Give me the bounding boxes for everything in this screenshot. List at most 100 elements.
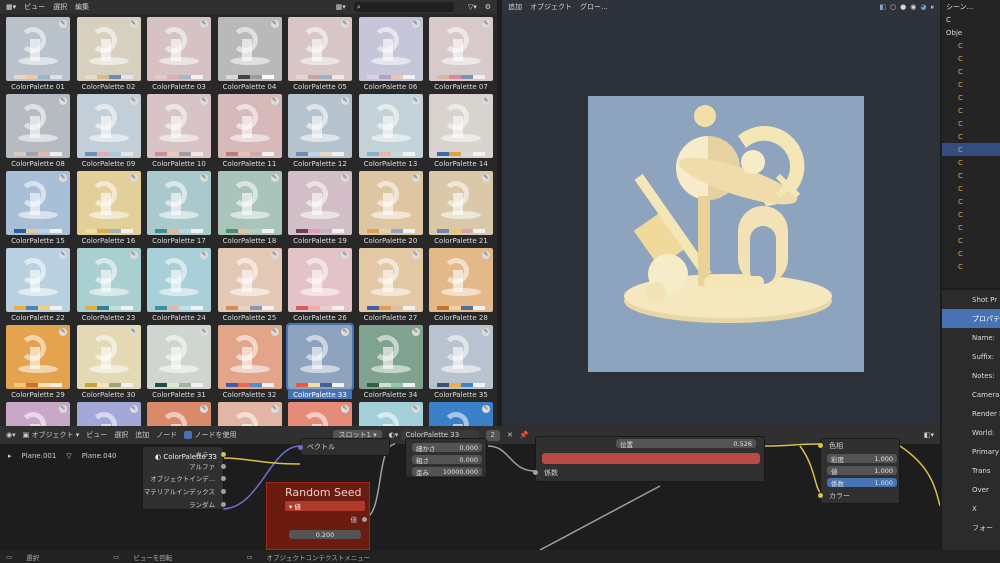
asset-tile[interactable]: ✎ bbox=[217, 402, 282, 426]
edit-icon[interactable]: ✎ bbox=[341, 20, 349, 28]
menu-select[interactable]: 選択 bbox=[53, 2, 67, 12]
asset-tile[interactable]: ✎ ColorPalette 12 bbox=[288, 94, 352, 172]
asset-tile[interactable]: ✎ ColorPalette 18 bbox=[217, 171, 282, 249]
edit-icon[interactable]: ✎ bbox=[59, 251, 67, 259]
edit-icon[interactable]: ✎ bbox=[411, 20, 420, 28]
value-field[interactable]: 値 1.000 bbox=[827, 466, 897, 476]
outliner-item[interactable]: C bbox=[942, 143, 1000, 156]
factor-field[interactable]: 係数 1.000 bbox=[827, 478, 897, 488]
asset-thumbnail[interactable]: ✎ bbox=[217, 171, 282, 235]
wireframe-icon[interactable]: ○ bbox=[890, 3, 896, 12]
editor-type-icon[interactable]: ▦▾ bbox=[6, 3, 16, 11]
asset-thumbnail[interactable]: ✎ bbox=[147, 171, 211, 235]
edit-icon[interactable]: ✎ bbox=[341, 174, 349, 182]
edit-icon[interactable]: ✎ bbox=[341, 97, 349, 105]
property-row[interactable]: Suffix: bbox=[942, 347, 1000, 366]
outliner-item[interactable]: C bbox=[942, 104, 1000, 117]
edit-icon[interactable]: ✎ bbox=[482, 251, 490, 259]
socket[interactable] bbox=[221, 452, 226, 457]
menu-edit[interactable]: 編集 bbox=[75, 2, 89, 12]
asset-thumbnail[interactable]: ✎ bbox=[6, 17, 70, 81]
asset-thumbnail[interactable]: ✎ bbox=[358, 325, 423, 389]
asset-thumbnail[interactable]: ✎ bbox=[429, 248, 493, 312]
asset-thumbnail[interactable]: ✎ bbox=[6, 248, 70, 312]
asset-thumbnail[interactable]: ✎ bbox=[217, 17, 282, 81]
transform-orientation[interactable]: グロー... bbox=[580, 2, 608, 12]
asset-thumbnail[interactable]: ✎ bbox=[147, 325, 211, 389]
edit-icon[interactable]: ✎ bbox=[129, 20, 138, 28]
asset-tile[interactable]: ✎ ColorPalette 25 bbox=[217, 248, 282, 326]
edit-icon[interactable]: ✎ bbox=[270, 328, 279, 336]
socket[interactable] bbox=[533, 470, 538, 475]
edit-icon[interactable]: ✎ bbox=[129, 174, 138, 182]
asset-thumbnail[interactable]: ✎ bbox=[288, 94, 352, 158]
mapping-node[interactable]: ベクトル bbox=[298, 438, 390, 456]
outliner-item[interactable]: C bbox=[942, 182, 1000, 195]
node-editor[interactable]: ◉▾ ▣ オブジェクト ▾ ビュー 選択 追加 ノード ノードを使用 スロット1… bbox=[0, 426, 940, 550]
rendered-icon[interactable]: ◕ bbox=[920, 3, 926, 12]
asset-tile[interactable]: ✎ ColorPalette 10 bbox=[147, 94, 211, 172]
outliner-item[interactable]: C bbox=[942, 247, 1000, 260]
asset-thumbnail[interactable]: ✎ bbox=[358, 402, 423, 426]
edit-icon[interactable]: ✎ bbox=[59, 97, 67, 105]
asset-tile[interactable]: ✎ ColorPalette 23 bbox=[76, 248, 141, 326]
outliner-item[interactable]: C bbox=[942, 78, 1000, 91]
asset-thumbnail[interactable]: ✎ bbox=[147, 94, 211, 158]
edit-icon[interactable]: ✎ bbox=[59, 20, 67, 28]
asset-thumbnail[interactable]: ✎ bbox=[76, 248, 141, 312]
property-row[interactable]: フォー bbox=[942, 518, 1000, 537]
socket[interactable] bbox=[221, 476, 226, 481]
edit-icon[interactable]: ✎ bbox=[59, 174, 67, 182]
attribute-node[interactable]: ◐ ColorPalette 33 カラー アルファ オブジェクトインデ... … bbox=[142, 446, 226, 510]
outliner-item[interactable]: C bbox=[942, 169, 1000, 182]
asset-thumbnail[interactable]: ✎ bbox=[6, 402, 70, 426]
property-row[interactable]: Shot Pr bbox=[942, 290, 1000, 309]
asset-tile[interactable]: ✎ ColorPalette 16 bbox=[76, 171, 141, 249]
edit-icon[interactable]: ✎ bbox=[129, 251, 138, 259]
property-row[interactable]: World: bbox=[942, 423, 1000, 442]
asset-tile[interactable]: ✎ ColorPalette 34 bbox=[358, 325, 423, 403]
asset-tile[interactable]: ✎ ColorPalette 01 bbox=[6, 17, 70, 95]
asset-thumbnail[interactable]: ✎ bbox=[358, 94, 423, 158]
outliner-title[interactable]: シーン... bbox=[942, 0, 1000, 13]
asset-thumbnail[interactable]: ✎ bbox=[358, 248, 423, 312]
property-row[interactable]: Over bbox=[942, 480, 1000, 499]
socket[interactable] bbox=[362, 517, 367, 522]
outliner-item[interactable]: C bbox=[942, 195, 1000, 208]
property-row[interactable]: Primary bbox=[942, 442, 1000, 461]
distortion-field[interactable]: 歪み 10000.000 bbox=[412, 467, 482, 477]
outliner-item[interactable]: C bbox=[942, 91, 1000, 104]
asset-tile[interactable]: ✎ ColorPalette 24 bbox=[147, 248, 211, 326]
hsv-node[interactable]: 色相 彩度 1.000 値 1.000 係数 1.000 カラー bbox=[818, 438, 900, 504]
asset-thumbnail[interactable]: ✎ bbox=[147, 248, 211, 312]
asset-tile[interactable]: ✎ ColorPalette 35 bbox=[429, 325, 493, 403]
3d-viewport[interactable]: 追加 オブジェクト グロー... ◧ ○ ● ◉ ◕ ⏸ bbox=[502, 0, 940, 426]
edit-icon[interactable]: ✎ bbox=[270, 97, 279, 105]
noise-node[interactable]: 細かさ 0.000 粗さ 0.000 歪み 10000.000 bbox=[405, 438, 487, 478]
asset-thumbnail[interactable]: ✎ bbox=[288, 402, 352, 426]
gear-icon[interactable]: ⚙ bbox=[485, 3, 491, 11]
menu-view[interactable]: ビュー bbox=[24, 2, 45, 12]
asset-tile[interactable]: ✎ ColorPalette 06 bbox=[358, 17, 423, 95]
edit-icon[interactable]: ✎ bbox=[200, 251, 208, 259]
asset-thumbnail[interactable]: ✎ bbox=[76, 171, 141, 235]
asset-tile[interactable]: ✎ bbox=[76, 402, 141, 426]
outliner-item[interactable]: C bbox=[942, 260, 1000, 273]
property-row[interactable]: Notes: bbox=[942, 366, 1000, 385]
edit-icon[interactable]: ✎ bbox=[482, 328, 490, 336]
asset-tile[interactable]: ✎ ColorPalette 32 bbox=[217, 325, 282, 403]
outliner-item[interactable]: C bbox=[942, 65, 1000, 78]
edit-icon[interactable]: ✎ bbox=[482, 405, 490, 413]
asset-tile[interactable]: ✎ ColorPalette 02 bbox=[76, 17, 141, 95]
outliner-item[interactable]: C bbox=[942, 208, 1000, 221]
asset-thumbnail[interactable]: ✎ bbox=[429, 17, 493, 81]
edit-icon[interactable]: ✎ bbox=[270, 251, 279, 259]
outliner-item[interactable]: Obje bbox=[942, 26, 1000, 39]
asset-thumbnail[interactable]: ✎ bbox=[76, 402, 141, 426]
asset-thumbnail[interactable]: ✎ bbox=[6, 94, 70, 158]
edit-icon[interactable]: ✎ bbox=[270, 174, 279, 182]
menu-add[interactable]: 追加 bbox=[508, 2, 522, 12]
edit-icon[interactable]: ✎ bbox=[270, 405, 279, 413]
asset-tile[interactable]: ✎ ColorPalette 28 bbox=[429, 248, 493, 326]
asset-tile[interactable]: ✎ ColorPalette 30 bbox=[76, 325, 141, 403]
